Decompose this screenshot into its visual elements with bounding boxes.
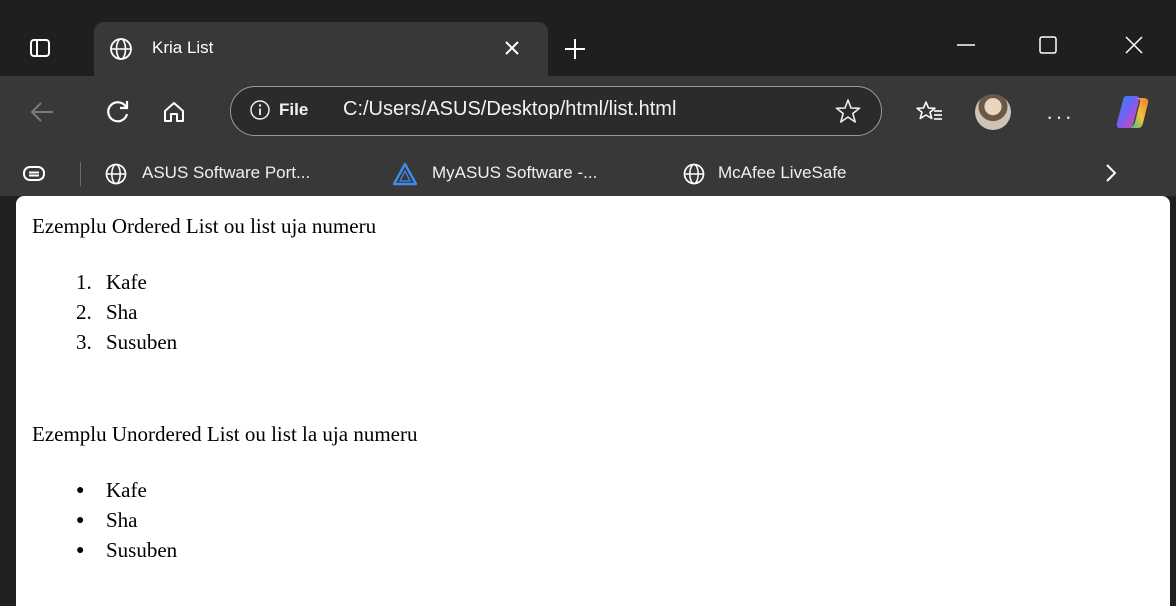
info-icon[interactable] [249,99,271,121]
bullet-marker: ● [76,513,85,528]
list-number: 2. [76,300,92,324]
list-item: ● Sha [76,508,138,533]
list-item-text: Sha [106,300,138,324]
refresh-icon [107,101,129,123]
maximize-icon [1039,36,1057,54]
copilot-icon[interactable] [1112,92,1154,132]
navigation-toolbar: File C:/Users/ASUS/Desktop/html/list.htm… [0,76,1176,150]
list-number: 1. [76,270,92,294]
favorite-star-icon[interactable] [835,98,861,124]
globe-icon[interactable] [682,162,706,186]
profile-avatar[interactable] [975,94,1011,130]
refresh-button[interactable] [100,94,136,130]
list-item: 2. Sha [76,300,138,325]
browser-tab[interactable]: Kria List [94,22,548,76]
list-item-text: Susuben [106,538,178,562]
bullet-marker: ● [76,543,85,558]
url-text[interactable]: C:/Users/ASUS/Desktop/html/list.html [343,98,676,121]
address-bar[interactable]: File C:/Users/ASUS/Desktop/html/list.htm… [230,86,882,136]
bullet-marker: ● [76,483,85,498]
favorite-link-myasus[interactable]: MyASUS Software -... [432,163,597,183]
list-item: ● Susuben [76,538,177,563]
globe-icon[interactable] [104,162,128,186]
globe-icon [108,36,134,62]
page-viewport: Ezemplu Ordered List ou list uja numeru … [16,196,1170,606]
close-icon [1125,36,1143,54]
minimize-button[interactable] [946,30,986,60]
url-scheme-label: File [279,100,309,119]
favorite-link-mcafee[interactable]: McAfee LiveSafe [718,163,847,183]
tab-title: Kria List [152,38,214,57]
list-item-text: Susuben [106,330,178,354]
maximize-button[interactable] [1028,30,1068,60]
tab-close-button[interactable] [500,36,524,60]
list-item: 3. Susuben [76,330,177,355]
unordered-list-heading: Ezemplu Unordered List ou list la uja nu… [32,422,418,446]
arrow-left-icon [30,102,53,122]
ordered-list-heading: Ezemplu Ordered List ou list uja numeru [32,214,377,238]
list-item-text: Kafe [106,478,147,502]
divider [80,162,81,186]
favorites-button[interactable] [912,94,948,130]
list-item-text: Sha [106,508,138,532]
tab-actions-icon [30,39,50,57]
title-bar: Kria List [0,0,1176,76]
list-number: 3. [76,330,92,354]
home-icon [164,102,184,122]
close-icon [505,41,519,55]
list-item: 1. Kafe [76,270,147,295]
plus-icon [565,39,585,59]
favorite-link-asus-software[interactable]: ASUS Software Port... [142,163,310,183]
myasus-logo-icon[interactable] [392,162,418,186]
more-options-icon[interactable]: ··· [1046,104,1074,130]
favorites-list-icon [916,101,942,120]
favorites-bar: ASUS Software Port... MyASUS Software -.… [0,150,1176,196]
window-close-button[interactable] [1114,30,1154,60]
reading-list-icon[interactable] [22,164,46,184]
tab-actions-button[interactable] [10,22,70,74]
chevron-right-icon[interactable] [1104,162,1118,184]
list-item: ● Kafe [76,478,147,503]
list-item-text: Kafe [106,270,147,294]
home-button[interactable] [156,94,192,130]
minimize-icon [957,44,975,46]
new-tab-button[interactable] [560,34,590,64]
back-button[interactable] [24,94,60,130]
